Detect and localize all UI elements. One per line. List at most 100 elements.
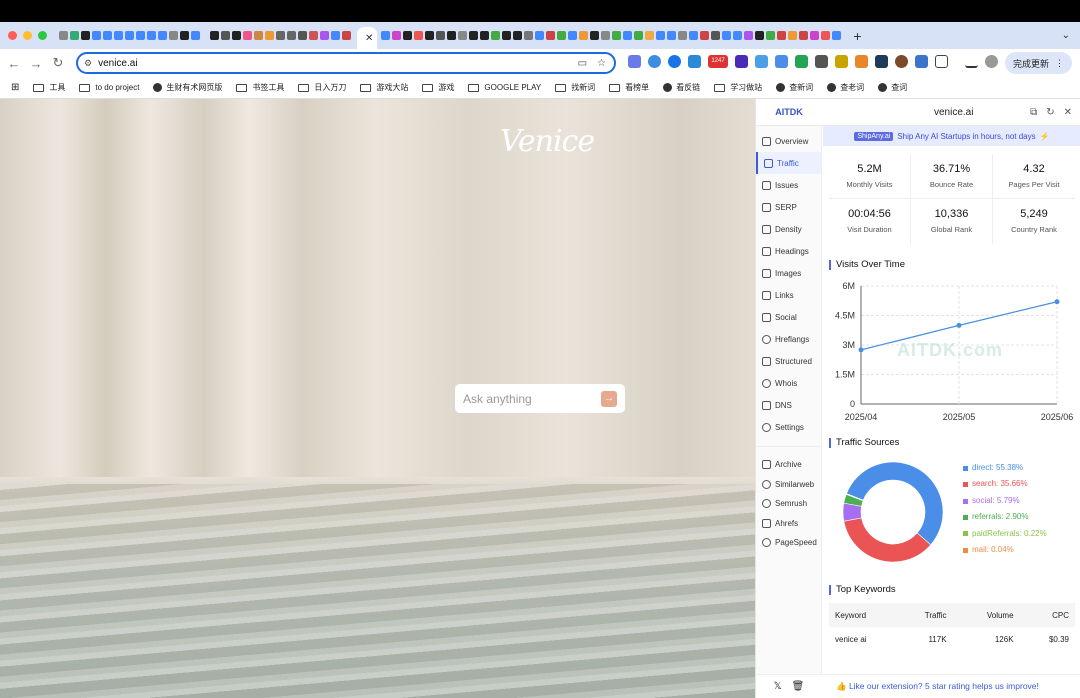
col-traffic[interactable]: Traffic <box>894 603 953 627</box>
tab-search-icon[interactable]: ⌄ <box>1062 30 1070 41</box>
nav-archive[interactable]: Archive <box>756 455 821 475</box>
bookmark-folder[interactable]: 看榜单 <box>609 82 649 93</box>
extension-icon[interactable] <box>688 55 701 68</box>
nav-structured[interactable]: Structured <box>756 350 821 372</box>
promo-banner[interactable]: ShipAny.ai Ship Any AI Startups in hours… <box>823 126 1080 146</box>
extension-icon[interactable] <box>855 55 868 68</box>
install-icon[interactable]: ▭ <box>578 58 587 69</box>
x-social-icon[interactable]: 𝕏 <box>774 681 782 692</box>
extension-icon[interactable] <box>668 55 681 68</box>
copy-icon[interactable]: ⧉ <box>1030 107 1037 118</box>
extension-icon[interactable] <box>755 55 768 68</box>
bookmark-star-icon[interactable]: ☆ <box>597 58 606 69</box>
legend-item[interactable]: social: 5.79% <box>963 493 1047 509</box>
send-arrow-icon[interactable]: → <box>601 391 617 407</box>
apps-grid-icon[interactable]: ⊞ <box>11 82 19 93</box>
close-tab-icon[interactable]: ✕ <box>365 33 373 44</box>
nav-social[interactable]: Social <box>756 306 821 328</box>
extension-icon[interactable] <box>735 55 748 68</box>
bookmark-folder[interactable]: 学习做站 <box>714 82 762 93</box>
bookmark-folder[interactable]: 游戏大站 <box>360 82 408 93</box>
list-icon <box>762 136 771 146</box>
nav-links[interactable]: Links <box>756 284 821 306</box>
extension-icon[interactable] <box>835 55 848 68</box>
legend-item[interactable]: search: 35.66% <box>963 476 1047 492</box>
bookmark-link[interactable]: 查新词 <box>776 82 813 93</box>
trash-icon[interactable]: 🗑 <box>792 681 805 692</box>
nav-images[interactable]: Images <box>756 262 821 284</box>
site-info-icon[interactable]: ⚙ <box>84 58 92 69</box>
bookmark-folder[interactable]: 游戏 <box>422 82 454 93</box>
nav-traffic[interactable]: Traffic <box>756 152 821 174</box>
nav-settings[interactable]: Settings <box>756 416 821 438</box>
close-icon[interactable]: ✕ <box>1064 107 1072 118</box>
heading-icon <box>762 246 771 256</box>
col-volume[interactable]: Volume <box>952 603 1020 627</box>
bookmark-folder[interactable]: 日入万刀 <box>298 82 346 93</box>
pie-slice[interactable] <box>843 517 932 563</box>
nav-headings[interactable]: Headings <box>756 240 821 262</box>
back-icon[interactable]: ← <box>3 56 25 71</box>
nav-ahrefs[interactable]: Ahrefs <box>756 514 821 534</box>
nav-dns[interactable]: DNS <box>756 394 821 416</box>
extension-icon[interactable] <box>875 55 888 68</box>
bookmark-folder[interactable]: to do project <box>79 83 139 92</box>
bookmark-folder[interactable]: 书签工具 <box>236 82 284 93</box>
bookmark-link[interactable]: 查老词 <box>827 82 864 93</box>
rating-message[interactable]: 👍 Like our extension? 5 star rating help… <box>836 681 1039 692</box>
nav-similarweb[interactable]: Similarweb <box>756 475 821 495</box>
extension-icon[interactable] <box>795 55 808 68</box>
zoom-window-button[interactable] <box>38 31 47 40</box>
col-keyword[interactable]: Keyword <box>829 603 895 627</box>
table-row[interactable]: venice ai 117K 126K $0.39 <box>829 627 1075 651</box>
extension-icon[interactable] <box>895 55 908 68</box>
table-header-row: Keyword Traffic Volume CPC <box>829 603 1075 627</box>
nav-serp[interactable]: SERP <box>756 196 821 218</box>
legend-label: mail: 0.04% <box>972 545 1014 555</box>
legend-item[interactable]: mail: 0.04% <box>963 542 1047 558</box>
forward-icon[interactable]: → <box>25 56 47 71</box>
pinned-tabs-group-2[interactable] <box>206 26 357 46</box>
refresh-icon[interactable]: ↻ <box>1046 107 1054 118</box>
extensions-puzzle-icon[interactable] <box>935 55 948 68</box>
bookmark-folder[interactable]: 找新词 <box>555 82 595 93</box>
update-button[interactable]: 完成更新 ⋮ <box>1004 52 1072 74</box>
active-tab[interactable]: ✕ <box>357 27 378 49</box>
cell-cpc: $0.39 <box>1048 634 1069 644</box>
legend-item[interactable]: referrals: 2.90% <box>963 509 1047 525</box>
nav-overview[interactable]: Overview <box>756 130 821 152</box>
bookmark-folder[interactable]: 工具 <box>33 82 65 93</box>
url-text[interactable]: venice.ai <box>98 58 137 69</box>
extension-icon[interactable] <box>775 55 788 68</box>
pinned-tabs-group-1[interactable] <box>55 26 206 46</box>
bookmark-link[interactable]: 查词 <box>878 82 907 93</box>
nav-whois[interactable]: Whois <box>756 372 821 394</box>
new-tab-button[interactable]: + <box>853 28 861 44</box>
extension-badge[interactable]: 1247 <box>708 55 728 68</box>
extension-icon[interactable] <box>628 55 641 68</box>
extension-icon[interactable] <box>815 55 828 68</box>
other-tabs[interactable] <box>377 26 847 46</box>
extension-icon[interactable] <box>915 55 928 68</box>
download-icon[interactable] <box>965 55 978 68</box>
reload-icon[interactable]: ↻ <box>47 55 69 71</box>
aitdk-brand[interactable]: AITDK <box>756 107 822 117</box>
close-window-button[interactable] <box>8 31 17 40</box>
nav-density[interactable]: Density <box>756 218 821 240</box>
bookmark-folder[interactable]: GOOGLE PLAY <box>468 83 541 92</box>
legend-swatch <box>963 498 968 504</box>
extension-icon[interactable] <box>648 55 661 68</box>
bookmark-link[interactable]: 生财有术网页版 <box>153 82 222 93</box>
col-cpc[interactable]: CPC <box>1019 603 1075 627</box>
address-bar[interactable]: ⚙ venice.ai ▭ ☆ <box>76 52 616 74</box>
minimize-window-button[interactable] <box>23 31 32 40</box>
legend-item[interactable]: paidReferrals: 0.22% <box>963 526 1047 542</box>
nav-hreflangs[interactable]: Hreflangs <box>756 328 821 350</box>
avatar[interactable] <box>985 55 998 68</box>
bookmark-link[interactable]: 看反链 <box>663 82 700 93</box>
nav-semrush[interactable]: Semrush <box>756 494 821 514</box>
nav-pagespeed[interactable]: PageSpeed <box>756 533 821 553</box>
nav-issues[interactable]: Issues <box>756 174 821 196</box>
ask-input[interactable]: Ask anything → <box>455 384 625 413</box>
legend-item[interactable]: direct: 55.38% <box>963 460 1047 476</box>
